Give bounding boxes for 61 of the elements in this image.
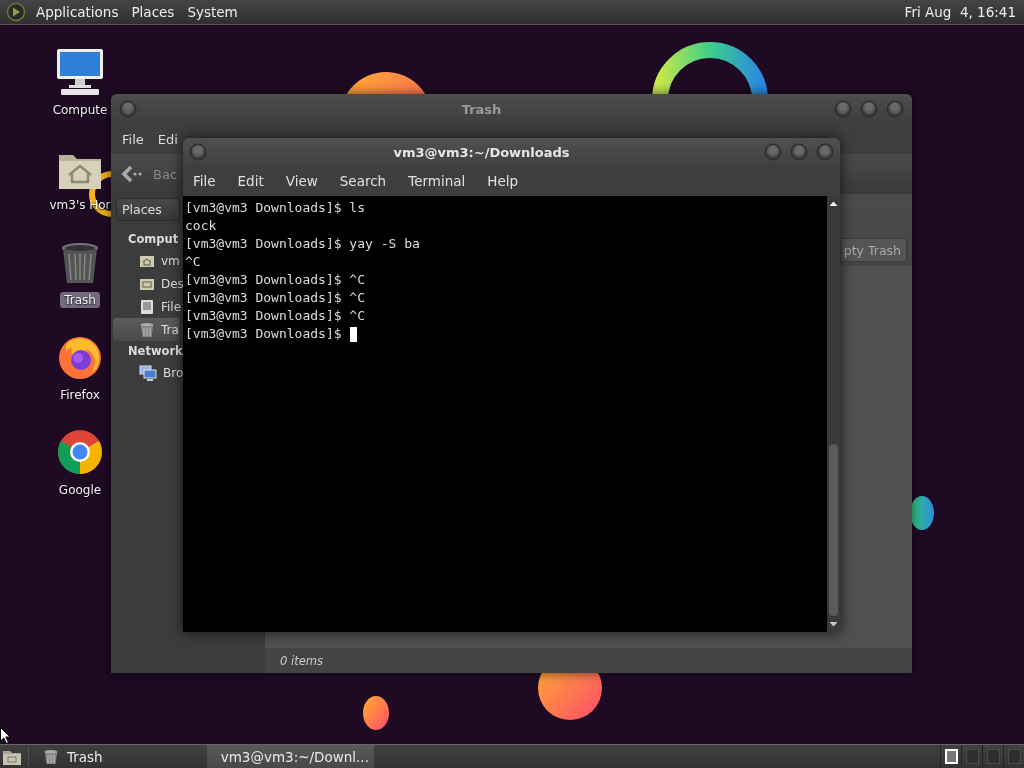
sidebar-item[interactable]: Bro <box>113 361 184 384</box>
window-title: Trash <box>460 101 503 117</box>
network-icon <box>139 364 157 381</box>
window-menu-button[interactable] <box>189 143 207 161</box>
sidebar-item[interactable]: vm <box>113 249 180 272</box>
menu-logo-icon[interactable] <box>6 2 26 22</box>
scrollbar-thumb[interactable] <box>829 444 838 616</box>
scroll-down-icon[interactable] <box>829 620 838 629</box>
menu-item[interactable]: Edit <box>231 173 270 189</box>
terminal-line: [vm3@vm3 Downloads]$ ^C <box>185 289 365 307</box>
sidebar-item[interactable]: Tra <box>113 318 179 341</box>
close-button[interactable] <box>816 143 834 161</box>
taskbar-launcher[interactable]: Trash <box>37 748 109 765</box>
terminal-line: [vm3@vm3 Downloads]$ <box>185 325 342 343</box>
browser-icon <box>56 428 104 476</box>
status-text: 0 items <box>280 653 323 668</box>
terminal-line: [vm3@vm3 Downloads]$ yay -S ba <box>185 235 420 253</box>
sidebar-item[interactable]: Des <box>113 272 184 295</box>
scroll-up-icon[interactable] <box>829 199 838 208</box>
menu-item[interactable]: Help <box>481 173 525 189</box>
sidebar-heading: Comput <box>127 231 179 248</box>
minimize-button[interactable] <box>834 100 852 118</box>
menu-item[interactable]: File <box>187 173 222 189</box>
terminal-line: [vm3@vm3 Downloads]$ ^C <box>185 307 365 325</box>
clock[interactable]: Fri Aug 4, 16:41 <box>904 4 1016 20</box>
desktop-icon-label[interactable]: Google <box>54 482 106 498</box>
menu-item[interactable]: Search <box>333 173 393 189</box>
desktop-icon-label[interactable]: Firefox <box>56 387 104 403</box>
menu-item[interactable]: File <box>122 131 144 147</box>
minimize-button[interactable] <box>764 143 782 161</box>
maximize-button[interactable] <box>790 143 808 161</box>
terminal-line: [vm3@vm3 Downloads]$ ^C <box>185 271 365 289</box>
close-button[interactable] <box>886 100 904 118</box>
panel-menu[interactable]: Places <box>126 2 180 22</box>
back-arrow-icon <box>121 165 143 183</box>
menu-item[interactable]: Edi <box>157 131 178 147</box>
text-cursor <box>349 326 357 342</box>
places-dropdown[interactable]: Places <box>116 198 180 221</box>
desktop-icon-label[interactable]: Trash <box>60 292 100 308</box>
trash-can-icon <box>43 748 59 765</box>
window-menu-button[interactable] <box>119 100 137 118</box>
desktop-icon-label[interactable]: Compute <box>48 102 112 118</box>
sidebar-item[interactable]: File <box>113 295 182 318</box>
computer-icon <box>55 48 105 96</box>
trash-can-icon <box>139 321 155 338</box>
sidebar-heading: Network <box>127 343 183 360</box>
scrollbar[interactable] <box>827 196 840 632</box>
panel-menu[interactable]: System <box>182 2 243 22</box>
drive-icon <box>139 298 155 315</box>
window-title: vm3@vm3:~/Downloads <box>392 144 571 160</box>
taskbar-task-button[interactable]: vm3@vm3:~/Downl... <box>206 745 374 768</box>
maximize-button[interactable] <box>860 100 878 118</box>
terminal-area[interactable]: [vm3@vm3 Downloads]$ ls cock [vm3@vm3 Downloads]$ yay -S ba ^C [vm3@vm3 Downloads]$ ^C [vm3@vm3 Downloads]$ ^C [vm3@vm3 Downloads]$ ^C [vm3@vm3 Downloads]$ <box>183 196 827 632</box>
trash-can-icon <box>60 242 100 286</box>
panel-menu[interactable]: Applications <box>31 2 124 22</box>
terminal-line: [vm3@vm3 Downloads]$ ls <box>185 199 365 217</box>
menu-item[interactable]: Terminal <box>402 173 472 189</box>
terminal-line: ^C <box>185 253 201 271</box>
menu-item[interactable]: View <box>279 173 324 189</box>
mouse-pointer-icon <box>0 727 11 744</box>
terminal-line: cock <box>185 217 217 235</box>
